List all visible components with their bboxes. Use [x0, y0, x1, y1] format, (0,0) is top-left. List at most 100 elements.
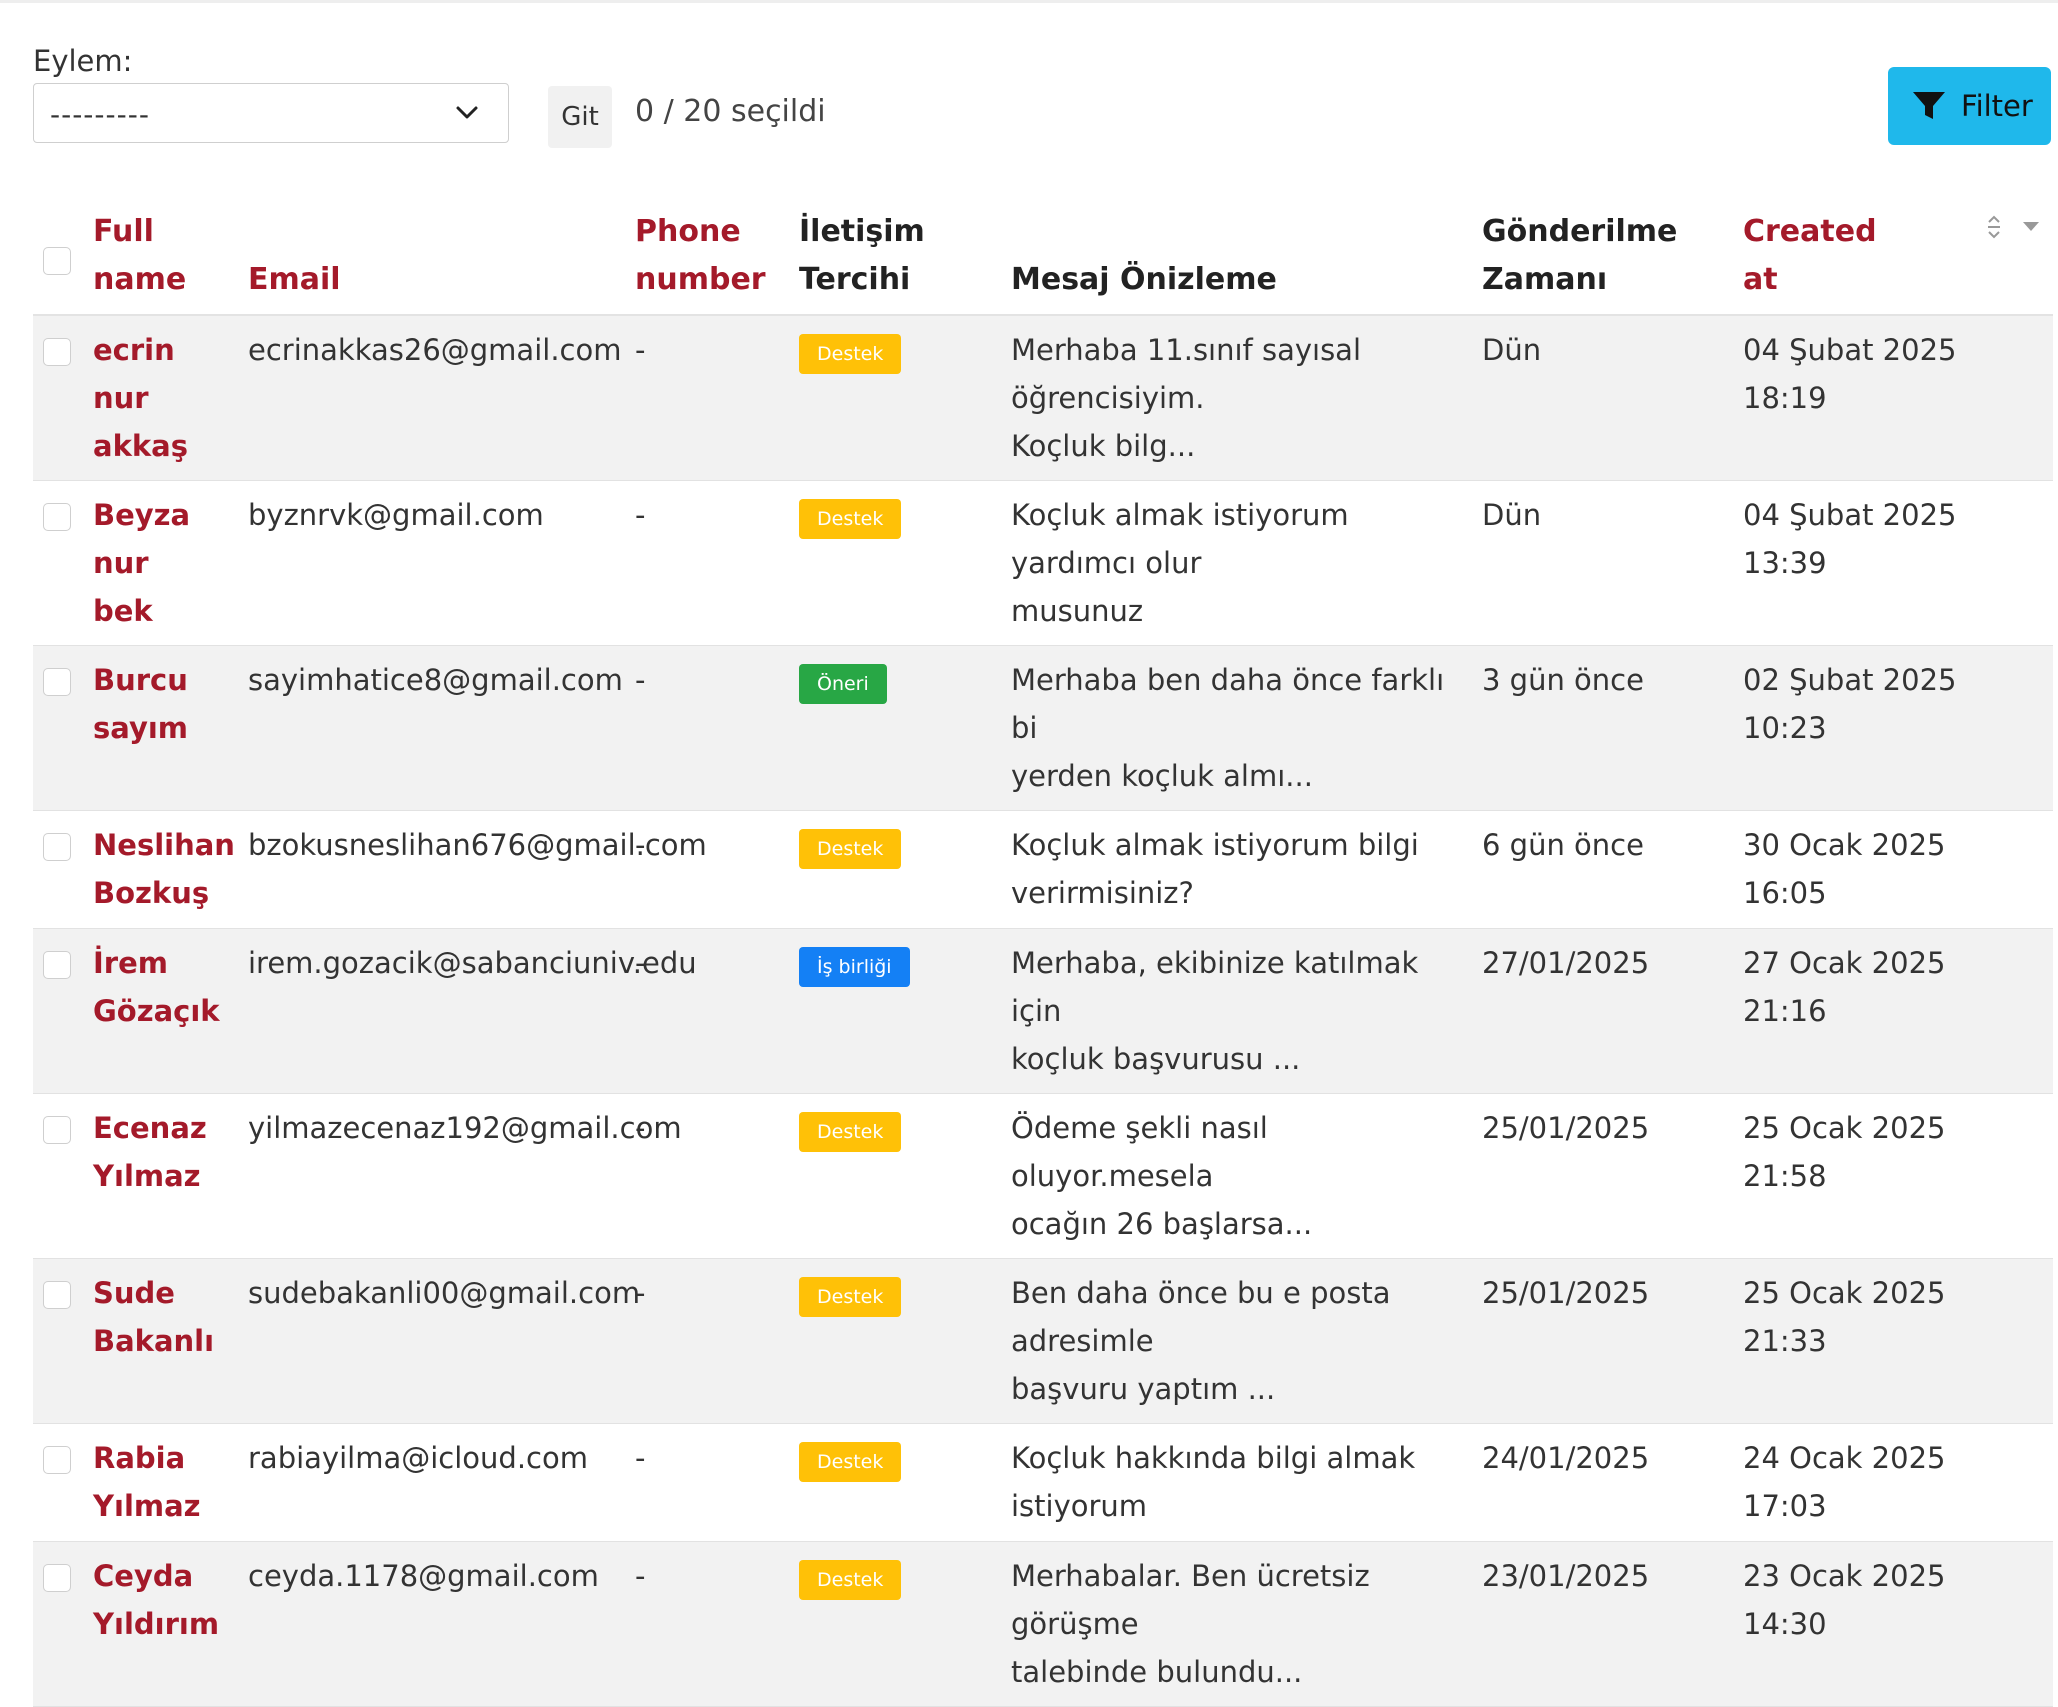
row-email: ecrinakkas26@gmail.com	[248, 315, 635, 481]
row-sent-time: Dün	[1482, 480, 1743, 646]
row-phone: -	[635, 1258, 799, 1424]
row-sent-time: 6 gün önce	[1482, 810, 1743, 929]
row-full-name[interactable]: Beyza nur bek	[93, 480, 248, 646]
action-select[interactable]: ---------	[33, 83, 509, 143]
row-phone: -	[635, 1423, 799, 1542]
row-created-at: 04 Şubat 2025 13:39	[1743, 480, 2053, 646]
table-row: Neslihan Bozkuş bzokusneslihan676@gmail.co…	[33, 810, 2053, 929]
row-created-at: 02 Şubat 2025 10:23	[1743, 645, 2053, 811]
row-email: rabiayilma@icloud.com	[248, 1423, 635, 1542]
header-full-name[interactable]: Full name	[93, 200, 248, 316]
row-sent-time: 27/01/2025	[1482, 928, 1743, 1094]
row-email: sudebakanli00@gmail.com	[248, 1258, 640, 1424]
row-select-cell	[33, 1258, 93, 1424]
filter-button[interactable]: Filter	[1888, 67, 2051, 145]
row-email: byznrvk@gmail.com	[248, 480, 635, 646]
preference-badge: Destek	[799, 1277, 902, 1317]
row-phone: -	[635, 315, 799, 481]
row-email: irem.gozacik@sabanciuniv.edu	[248, 928, 697, 1094]
row-checkbox[interactable]	[43, 1564, 71, 1592]
row-select-cell	[33, 1541, 93, 1707]
row-message-preview: Koçluk hakkında bilgi almak istiyorum	[1011, 1423, 1482, 1542]
row-full-name[interactable]: İrem Gözaçık	[93, 928, 248, 1094]
table-row: Ceyda Yıldırım ceyda.1178@gmail.com - Destek…	[33, 1541, 2053, 1707]
row-phone: -	[635, 1541, 799, 1707]
row-checkbox[interactable]	[43, 1446, 71, 1474]
row-checkbox[interactable]	[43, 503, 71, 531]
row-select-cell	[33, 480, 93, 646]
row-select-cell	[33, 315, 93, 481]
row-created-at: 30 Ocak 2025 16:05	[1743, 810, 2053, 929]
row-full-name[interactable]: Ecenaz Yılmaz	[93, 1093, 248, 1259]
header-email[interactable]: Email	[248, 200, 635, 316]
header-select-all	[33, 200, 93, 316]
caret-down-icon[interactable]	[2023, 222, 2039, 232]
row-select-cell	[33, 810, 93, 929]
row-email: sayimhatice8@gmail.com	[248, 645, 635, 811]
sort-icon[interactable]	[1985, 212, 2003, 242]
row-email: ceyda.1178@gmail.com	[248, 1541, 635, 1707]
table-row: Beyza nur bek byznrvk@gmail.com - Destek Koçl…	[33, 480, 2053, 646]
header-message-preview: Mesaj Önizleme	[1011, 200, 1482, 316]
row-full-name[interactable]: Rabia Yılmaz	[93, 1423, 248, 1542]
preference-badge: Öneri	[799, 664, 887, 704]
row-full-name[interactable]: Neslihan Bozkuş	[93, 810, 248, 929]
row-sent-time: 3 gün önce	[1482, 645, 1743, 811]
row-created-at: 24 Ocak 2025 17:03	[1743, 1423, 2053, 1542]
row-checkbox[interactable]	[43, 338, 71, 366]
row-sent-time: 23/01/2025	[1482, 1541, 1743, 1707]
row-contact-preference: Destek	[799, 1258, 1011, 1424]
header-sent-time: Gönderilme Zamanı	[1482, 200, 1743, 316]
row-message-preview: Koçluk almak istiyorum yardımcı olur musu…	[1011, 480, 1482, 646]
row-checkbox[interactable]	[43, 833, 71, 861]
row-message-preview: Ben daha önce bu e posta adresimle başvur…	[1011, 1258, 1482, 1424]
row-select-cell	[33, 1093, 93, 1259]
preference-badge: İş birliği	[799, 947, 910, 987]
preference-badge: Destek	[799, 1442, 902, 1482]
select-all-checkbox[interactable]	[43, 247, 71, 275]
row-full-name[interactable]: ecrin nur akkaş	[93, 315, 248, 481]
row-message-preview: Ödeme şekli nasıl oluyor.mesela ocağın 26…	[1011, 1093, 1482, 1259]
top-divider	[0, 0, 2058, 3]
row-message-preview: Merhaba ben daha önce farklı bi yerden ko…	[1011, 645, 1482, 811]
row-select-cell	[33, 1423, 93, 1542]
table-row: İrem Gözaçık irem.gozacik@sabanciuniv.edu…	[33, 928, 2053, 1094]
header-contact-preference: İletişim Tercihi	[799, 200, 1011, 316]
row-sent-time: 25/01/2025	[1482, 1093, 1743, 1259]
action-label: Eylem:	[33, 44, 133, 78]
row-checkbox[interactable]	[43, 951, 71, 979]
row-contact-preference: Destek	[799, 315, 1011, 481]
row-created-at: 23 Ocak 2025 14:30	[1743, 1541, 2053, 1707]
action-toolbar: Eylem: --------- Git 0 / 20 seçildi	[33, 40, 2053, 160]
header-created-at[interactable]: Created at	[1743, 200, 2053, 316]
row-checkbox[interactable]	[43, 1281, 71, 1309]
header-phone[interactable]: Phone number	[635, 200, 799, 316]
row-sent-time: Dün	[1482, 315, 1743, 481]
preference-badge: Destek	[799, 334, 902, 374]
preference-badge: Destek	[799, 1112, 902, 1152]
row-select-cell	[33, 645, 93, 811]
row-contact-preference: Destek	[799, 480, 1011, 646]
table-header-row: Full name Email Phone number İletişim Terci…	[33, 200, 2053, 316]
row-select-cell	[33, 928, 93, 1094]
row-checkbox[interactable]	[43, 668, 71, 696]
row-message-preview: Merhaba 11.sınıf sayısal öğrencisiyim. Ko…	[1011, 315, 1482, 481]
row-message-preview: Merhaba, ekibinize katılmak için koçluk b…	[1011, 928, 1482, 1094]
table-row: ecrin nur akkaş ecrinakkas26@gmail.com - Des…	[33, 315, 2053, 481]
action-select-value: ---------	[50, 98, 150, 131]
row-full-name[interactable]: Sude Bakanlı	[93, 1258, 248, 1424]
row-full-name[interactable]: Burcu sayım	[93, 645, 248, 811]
go-button[interactable]: Git	[548, 86, 612, 148]
row-phone: -	[635, 645, 799, 811]
row-created-at: 25 Ocak 2025 21:58	[1743, 1093, 2053, 1259]
row-contact-preference: Öneri	[799, 645, 1011, 811]
row-created-at: 27 Ocak 2025 21:16	[1743, 928, 2053, 1094]
table-row: Burcu sayım sayimhatice8@gmail.com - Öneri M…	[33, 645, 2053, 811]
row-sent-time: 25/01/2025	[1482, 1258, 1743, 1424]
row-contact-preference: Destek	[799, 1423, 1011, 1542]
row-email: bzokusneslihan676@gmail.com	[248, 810, 707, 929]
row-created-at: 04 Şubat 2025 18:19	[1743, 315, 2053, 481]
row-checkbox[interactable]	[43, 1116, 71, 1144]
row-full-name[interactable]: Ceyda Yıldırım	[93, 1541, 248, 1707]
row-phone: -	[635, 480, 799, 646]
